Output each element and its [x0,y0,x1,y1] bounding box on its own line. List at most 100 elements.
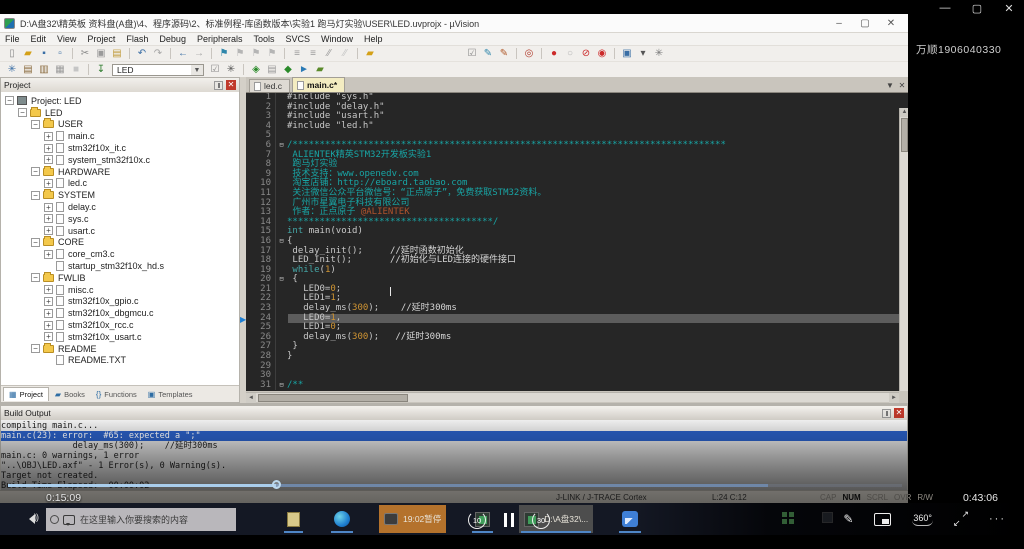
expand-icon[interactable]: + [44,250,53,259]
highlight-icon[interactable]: ✎ [497,47,511,60]
build-icon[interactable]: ▤ [21,63,35,76]
comment-icon[interactable]: ∕∕ [322,47,336,60]
fold-marker-icon[interactable]: ⊟ [276,237,287,247]
breakpoint-icon[interactable]: ● [547,47,561,60]
taskbar-item-app[interactable] [617,505,643,533]
find-in-files-icon[interactable]: ◎ [522,47,536,60]
build-output-line[interactable]: main.c: 0 warnings, 1 error [1,451,907,461]
expand-icon[interactable]: + [44,144,53,153]
code-line[interactable]: 26 delay_ms(300); //延时300ms [246,333,908,343]
expand-icon[interactable]: + [44,309,53,318]
cut-icon[interactable]: ✂ [78,47,92,60]
save-all-icon[interactable]: ▫ [53,47,67,60]
paste-icon[interactable]: ▤ [110,47,124,60]
navigate-forward-icon[interactable]: → [192,47,206,60]
collapse-icon[interactable]: − [18,108,27,117]
taskbar-item-recorder[interactable]: 19:02暂停 [379,505,446,533]
tree-item[interactable]: +stm32f10x_rcc.c [1,319,239,331]
fold-marker-icon[interactable]: ⊟ [276,381,287,391]
expand-icon[interactable]: + [44,179,53,188]
uvision-close-button[interactable]: ✕ [878,18,904,29]
bookmark-prev-icon[interactable]: ⚑ [233,47,247,60]
fullscreen-icon[interactable]: ↗↙ [954,512,968,526]
collapse-icon[interactable]: − [31,120,40,129]
unindent-icon[interactable]: ≡ [290,47,304,60]
taskbar-item-file[interactable] [282,505,305,533]
player-close-button[interactable]: ✕ [1002,2,1016,15]
translate-icon[interactable]: ✳ [5,63,19,76]
more-options-icon[interactable]: ··· [989,513,1006,525]
edit-person-icon[interactable]: ✎ [481,47,495,60]
volume-icon[interactable]: )) [24,512,42,526]
forward-30-button[interactable]: 30 [532,511,550,529]
horizontal-scroll-thumb[interactable] [258,394,408,402]
collapse-icon[interactable]: − [31,167,40,176]
fold-marker-icon[interactable]: ⊟ [276,275,287,285]
menu-project[interactable]: Project [87,34,115,44]
build-output-line[interactable]: Target not created. [1,471,907,481]
panel-tab-books[interactable]: ▰Books [50,387,90,401]
tree-item[interactable]: −CORE [1,237,239,249]
horizontal-scrollbar[interactable]: ◄ ► [246,392,899,402]
menu-view[interactable]: View [57,34,76,44]
tree-item[interactable]: +usart.c [1,225,239,237]
expand-icon[interactable]: + [44,226,53,235]
breakpoint-kill-icon[interactable]: ⊘ [579,47,593,60]
multi-project-icon[interactable]: ◆ [281,63,295,76]
tree-item[interactable]: −Project: LED [1,95,239,107]
scroll-left-icon[interactable]: ◄ [246,393,256,403]
build-output-line[interactable]: "..\OBJ\LED.axf" - 1 Error(s), 0 Warning… [1,461,907,471]
expand-icon[interactable]: + [44,321,53,330]
tree-item[interactable]: README.TXT [1,355,239,367]
tree-item[interactable]: +sys.c [1,213,239,225]
indent-icon[interactable]: ≡ [306,47,320,60]
collapse-icon[interactable]: − [31,344,40,353]
menu-debug[interactable]: Debug [159,34,186,44]
stop-build-icon[interactable]: ■ [69,63,83,76]
scroll-right-icon[interactable]: ► [889,393,899,403]
panel-tab-functions[interactable]: {}Functions [91,387,142,401]
code-line[interactable]: 15int main(void) [246,227,908,237]
editor-tab-mainc[interactable]: main.c* [292,77,345,92]
expand-icon[interactable]: + [44,132,53,141]
breakpoint-disabled-icon[interactable]: ○ [563,47,577,60]
manage-runtime-icon[interactable]: ▰ [313,63,327,76]
window-dropdown-icon[interactable]: ▾ [636,47,650,60]
code-editor[interactable]: 1#include "sys.h"2#include "delay.h"3#in… [246,92,908,391]
speed-360-icon[interactable]: 360° [912,513,933,526]
scroll-up-icon[interactable]: ▲ [900,108,908,117]
tree-item[interactable]: startup_stm32f10x_hd.s [1,260,239,272]
code-line[interactable]: 23 delay_ms(300); //延时300ms [246,304,908,314]
tree-item[interactable]: −HARDWARE [1,166,239,178]
expand-icon[interactable]: + [44,297,53,306]
expand-icon[interactable]: + [44,332,53,341]
menu-edit[interactable]: Edit [31,34,47,44]
menu-svcs[interactable]: SVCS [286,34,311,44]
bookmark-next-icon[interactable]: ⚑ [249,47,263,60]
code-line[interactable]: 7 ALIENTEK精英STM32开发板实验1 [246,151,908,161]
project-panel-close-button[interactable]: ✕ [226,80,236,90]
menu-peripherals[interactable]: Peripherals [197,34,243,44]
code-line[interactable]: 18 LED_Init(); //初始化与LED连接的硬件接口 [246,256,908,266]
player-minimize-button[interactable]: — [938,2,952,14]
manage-project-items-icon[interactable]: ◈ [249,63,263,76]
tray-app-icon[interactable] [822,512,833,523]
tree-item[interactable]: +misc.c [1,284,239,296]
rewind-10-button[interactable]: 10 [468,511,486,529]
expand-icon[interactable]: + [44,214,53,223]
tree-item[interactable]: +delay.c [1,201,239,213]
file-extensions-icon[interactable]: ▤ [265,63,279,76]
tree-item[interactable]: +led.c [1,178,239,190]
pin-icon[interactable] [214,81,223,90]
tree-item[interactable]: −USER [1,119,239,131]
notes-pencil-icon[interactable]: ✎ [843,512,853,526]
download-load-icon[interactable]: ↧ [94,63,108,76]
collapse-icon[interactable]: − [31,273,40,282]
panel-tab-project[interactable]: ▦Project [3,387,49,401]
uvision-maximize-button[interactable]: ▢ [852,18,878,29]
redo-icon[interactable]: ↷ [151,47,165,60]
tree-item[interactable]: −SYSTEM [1,189,239,201]
menu-help[interactable]: Help [364,34,383,44]
taskbar-item-edge[interactable] [329,505,355,533]
configuration-wrench-icon[interactable]: ✳ [652,47,666,60]
